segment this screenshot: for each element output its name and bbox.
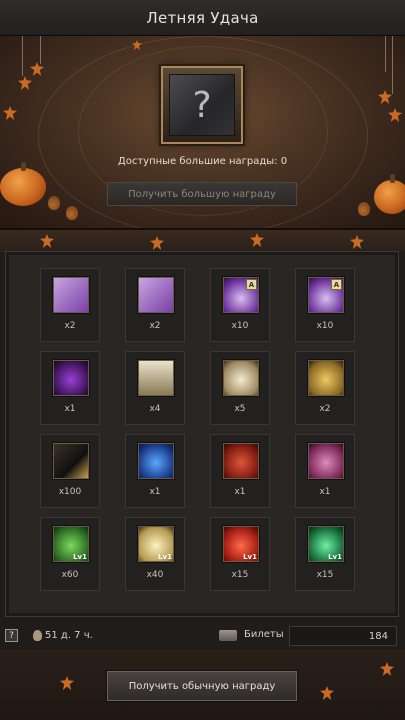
red-rune-icon: Lv1 (223, 526, 259, 562)
window-title: Летняя Удача (146, 8, 259, 27)
big-reward-slot: ? (169, 74, 235, 136)
purple-pouch-icon: A (308, 277, 344, 313)
grade-badge: A (331, 279, 342, 290)
reward-quantity: x1 (64, 404, 76, 414)
acorn-icon (358, 202, 370, 216)
maple-leaf-icon (60, 676, 74, 690)
maple-leaf-icon (388, 108, 402, 122)
pumpkin-icon (374, 174, 405, 214)
reward-quantity: x2 (64, 321, 76, 331)
blue-chest-icon (138, 443, 174, 479)
reward-cell[interactable]: x1 (295, 434, 355, 508)
reward-quantity: x1 (319, 487, 331, 497)
reward-quantity: x4 (149, 404, 161, 414)
hanging-thread (385, 36, 386, 72)
reward-quantity: x40 (146, 570, 164, 580)
reward-cell[interactable]: x100 (40, 434, 100, 508)
acorn-icon (48, 196, 60, 210)
grade-badge: A (246, 279, 257, 290)
maple-leaf-icon (40, 234, 54, 248)
get-big-reward-button[interactable]: Получить большую награду (107, 182, 297, 206)
timer-icon (33, 630, 42, 641)
info-icon[interactable]: ? (5, 629, 18, 642)
tickets-label: Билеты (244, 629, 284, 640)
reward-cell[interactable]: x2 (125, 268, 185, 342)
autumn-leaves-band (0, 230, 405, 252)
reward-quantity: x5 (234, 404, 246, 414)
black-gold-bag-icon (53, 443, 89, 479)
reward-cell[interactable]: Ax10 (210, 268, 270, 342)
maple-leaf-icon (3, 106, 17, 120)
hanging-thread (392, 36, 393, 94)
emerald-rune-icon: Lv1 (308, 526, 344, 562)
hanging-thread (22, 36, 23, 76)
rewards-panel: x2 x2 Ax10 Ax10 x1 x4 x5 x2 x100 x1 x1 x1 Lv1 x60 Lv1 x… (5, 251, 399, 617)
rewards-grid: x2 x2 Ax10 Ax10 x1 x4 x5 x2 x100 x1 x1 x1 Lv1 x60 Lv1 x… (40, 268, 355, 593)
reward-quantity: x2 (149, 321, 161, 331)
red-chest-icon (223, 443, 259, 479)
reward-cell[interactable]: x2 (295, 351, 355, 425)
purple-cauldron-icon (53, 360, 89, 396)
reward-cell[interactable]: Ax10 (295, 268, 355, 342)
reward-quantity: x10 (316, 321, 334, 331)
maple-leaf-icon (150, 236, 164, 250)
get-normal-reward-button[interactable]: Получить обычную награду (107, 671, 297, 701)
reward-cell[interactable]: x1 (125, 434, 185, 508)
purple-scroll-icon (53, 277, 89, 313)
warrior-chest-icon (138, 360, 174, 396)
event-timer: 51 д. 7 ч. (45, 630, 93, 641)
white-rune-icon: Lv1 (138, 526, 174, 562)
maple-leaf-icon (18, 76, 32, 90)
level-badge: Lv1 (243, 553, 257, 561)
maple-leaf-icon (350, 235, 364, 249)
reward-cell[interactable]: x5 (210, 351, 270, 425)
gold-ore-icon (308, 360, 344, 396)
reward-quantity: x60 (61, 570, 79, 580)
maple-leaf-icon (380, 662, 394, 676)
big-reward-frame: ? (161, 66, 243, 144)
reward-cell[interactable]: x4 (125, 351, 185, 425)
maple-leaf-icon (378, 90, 392, 104)
reward-cell[interactable]: Lv1 x15 (210, 517, 270, 591)
reward-cell[interactable]: Lv1 x40 (125, 517, 185, 591)
reward-cell[interactable]: x1 (210, 434, 270, 508)
maple-leaf-icon (30, 62, 44, 76)
green-rune-icon: Lv1 (53, 526, 89, 562)
pumpkin-icon (0, 162, 46, 206)
available-big-rewards: Доступные большие награды: 0 (117, 156, 288, 167)
silver-ore-icon (223, 360, 259, 396)
reward-quantity: x10 (231, 321, 249, 331)
reward-cell[interactable]: x1 (40, 351, 100, 425)
level-badge: Lv1 (328, 553, 342, 561)
reward-quantity: x1 (234, 487, 246, 497)
reward-cell[interactable]: x2 (40, 268, 100, 342)
reward-quantity: x15 (231, 570, 249, 580)
reward-quantity: x15 (316, 570, 334, 580)
event-banner: ? Доступные большие награды: 0 Получить … (0, 36, 405, 230)
reward-cell[interactable]: Lv1 x60 (40, 517, 100, 591)
reward-cell[interactable]: Lv1 x15 (295, 517, 355, 591)
acorn-icon (66, 206, 78, 220)
tickets-count: 184 (289, 626, 397, 646)
reward-quantity: x1 (149, 487, 161, 497)
question-mark-icon: ? (192, 84, 212, 126)
reward-quantity: x2 (319, 404, 331, 414)
pink-chest-icon (308, 443, 344, 479)
maple-leaf-icon (320, 686, 334, 700)
title-bar: Летняя Удача (0, 0, 405, 36)
level-badge: Lv1 (73, 553, 87, 561)
purple-scroll-icon (138, 277, 174, 313)
ticket-icon (219, 630, 237, 641)
maple-leaf-icon (250, 233, 264, 247)
level-badge: Lv1 (158, 553, 172, 561)
purple-pouch-icon: A (223, 277, 259, 313)
reward-quantity: x100 (58, 487, 82, 497)
hanging-thread (40, 36, 41, 64)
